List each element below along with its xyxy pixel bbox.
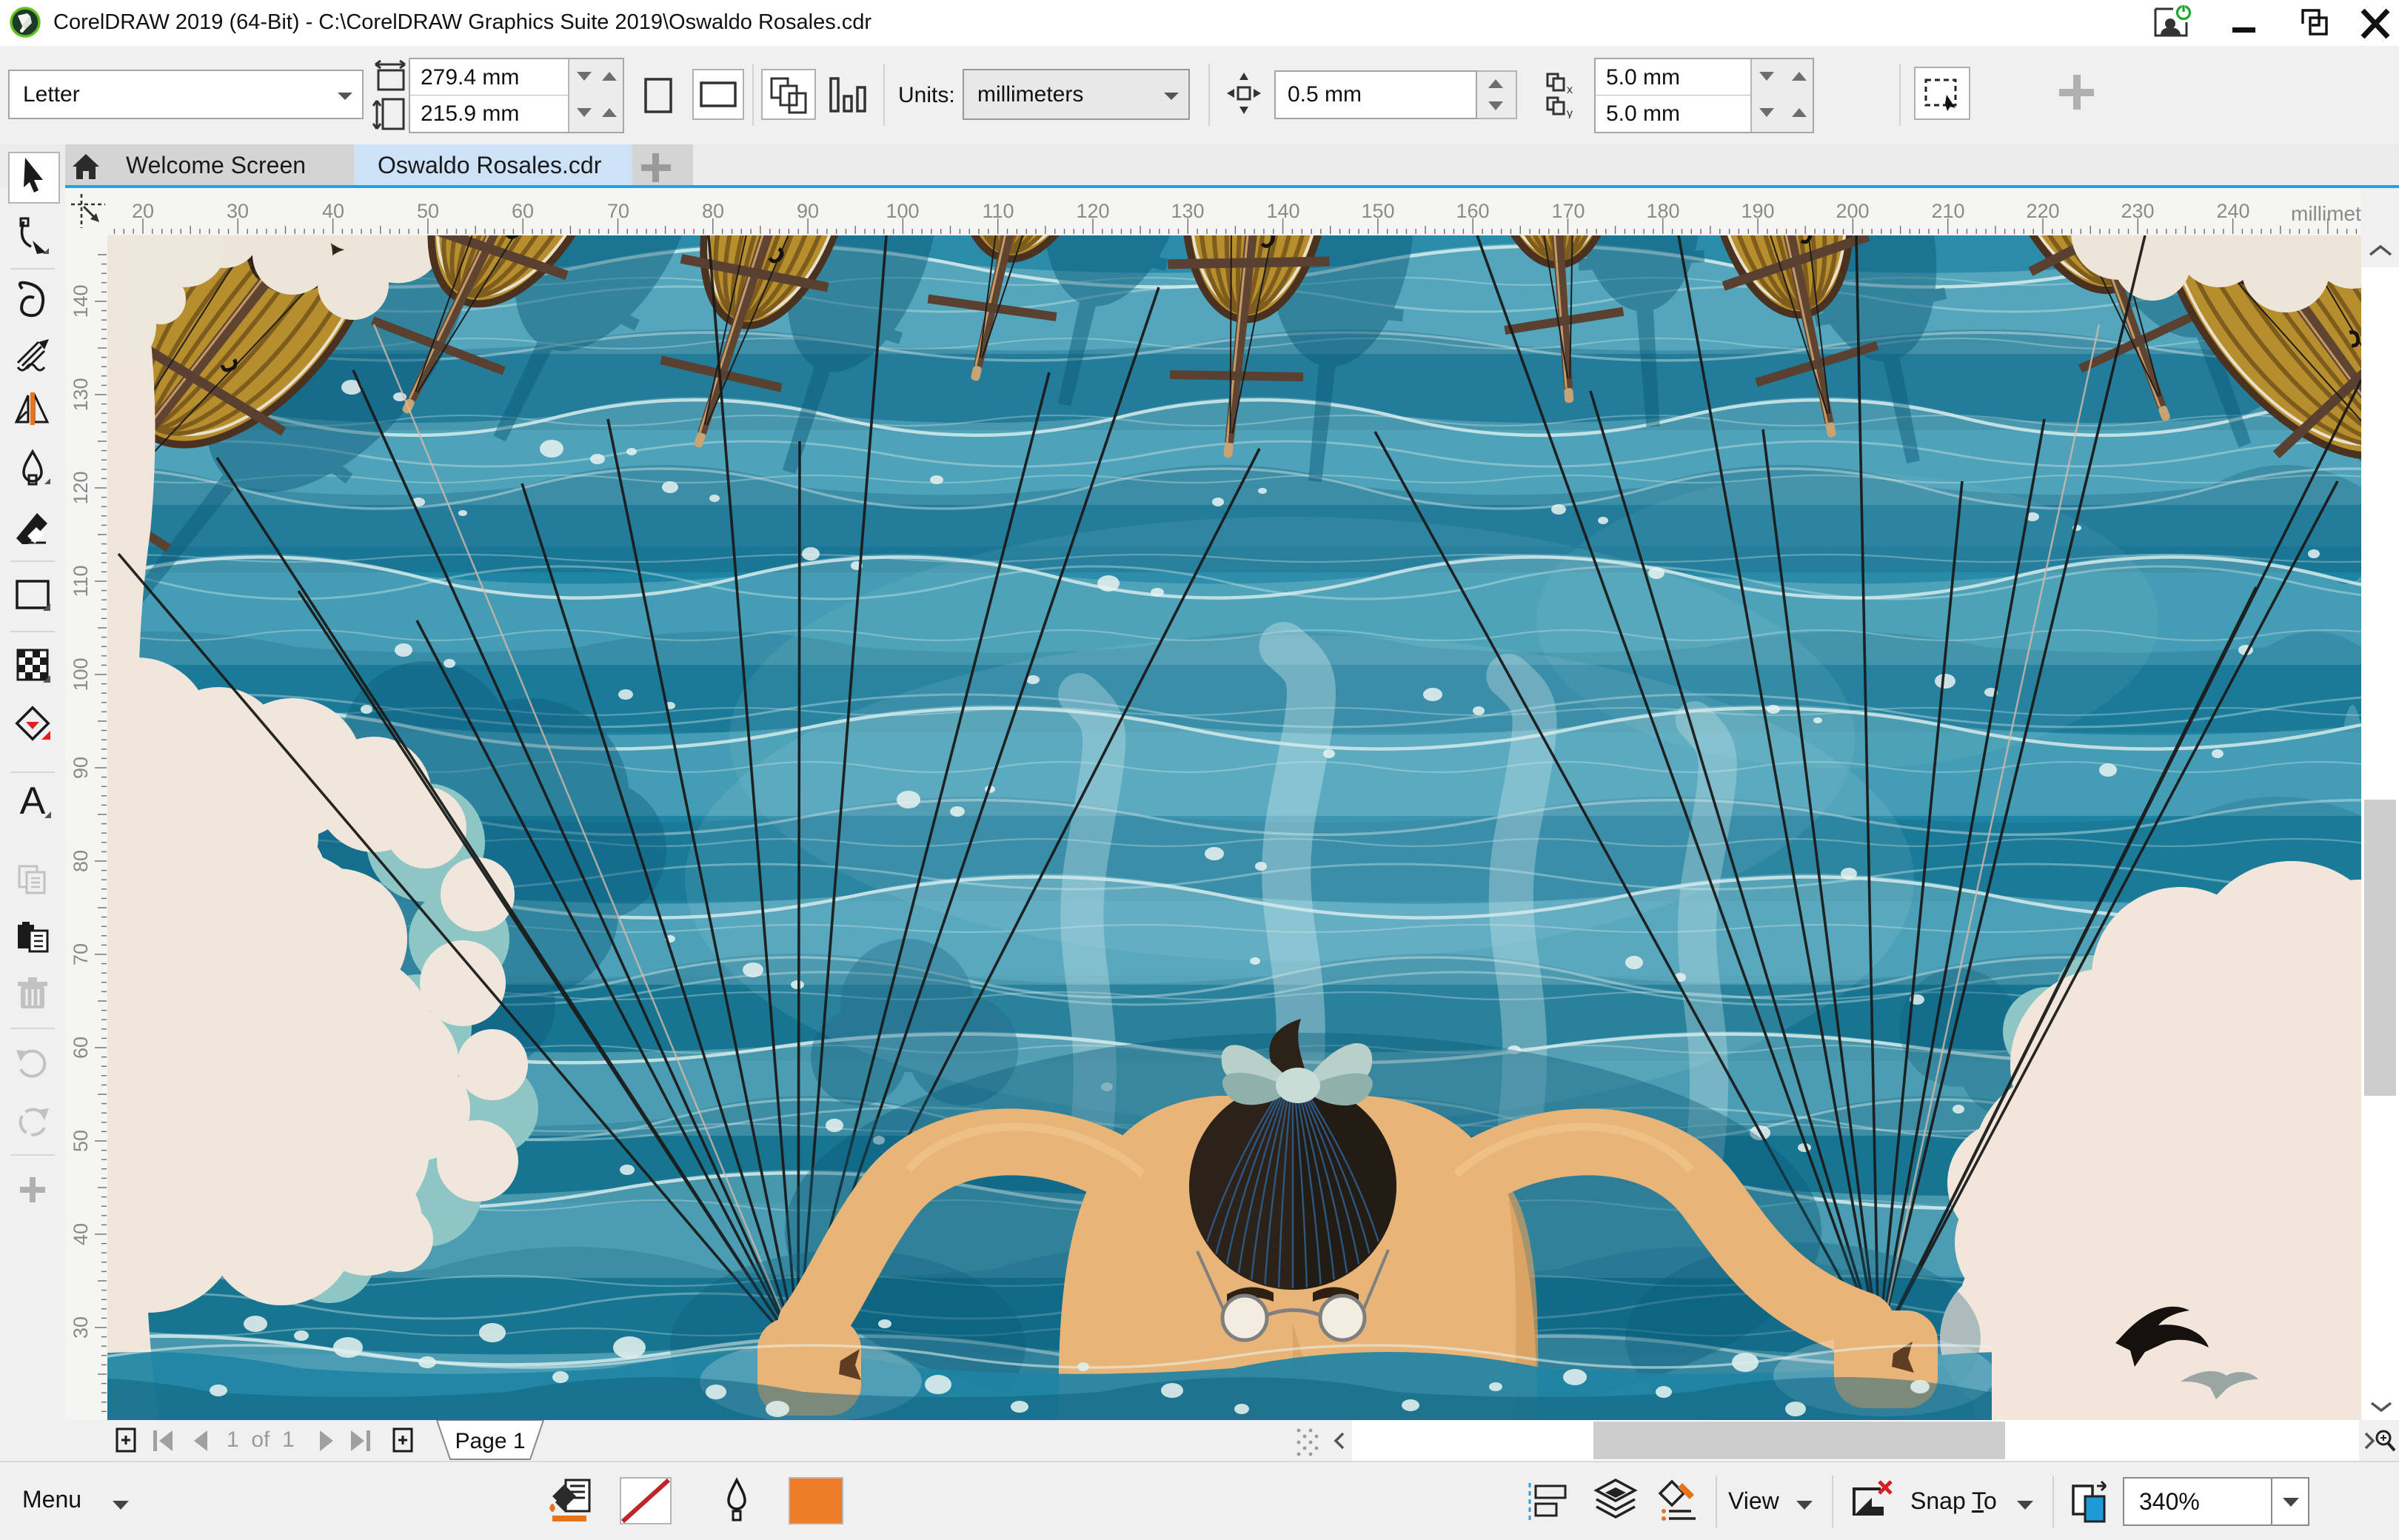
- svg-text:120: 120: [70, 471, 92, 504]
- svg-text:110: 110: [70, 565, 92, 597]
- svg-text:x: x: [1567, 84, 1573, 96]
- svg-text:70: 70: [70, 943, 92, 965]
- svg-text:130: 130: [70, 378, 92, 411]
- svg-text:90: 90: [70, 757, 92, 779]
- svg-text:Page 1: Page 1: [455, 1429, 525, 1453]
- svg-text:80: 80: [70, 850, 92, 872]
- svg-text:100: 100: [70, 657, 92, 691]
- svg-text:140: 140: [70, 284, 92, 318]
- svg-text:30: 30: [70, 1316, 92, 1339]
- svg-text:y: y: [1567, 107, 1573, 118]
- svg-text:50: 50: [70, 1130, 92, 1152]
- svg-text:60: 60: [70, 1037, 92, 1059]
- svg-text:40: 40: [70, 1223, 92, 1245]
- svg-text:A: A: [20, 780, 46, 823]
